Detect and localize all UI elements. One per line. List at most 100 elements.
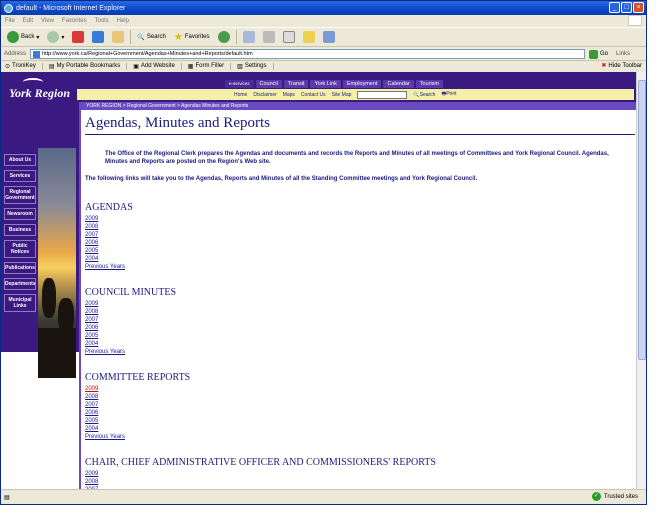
- year-link-2008[interactable]: 2008: [85, 478, 436, 486]
- year-link-2008[interactable]: 2008: [85, 308, 176, 316]
- year-link-2007[interactable]: 2007: [85, 401, 190, 409]
- vertical-scrollbar[interactable]: [636, 72, 646, 489]
- breadcrumb[interactable]: YORK REGION > Regional Government > Agen…: [81, 102, 636, 110]
- toolbar-divider: [235, 30, 237, 44]
- previous-years-link[interactable]: Previous Years: [85, 348, 176, 356]
- year-link-2009[interactable]: 2009: [85, 385, 190, 393]
- year-link-2004[interactable]: 2004: [85, 340, 176, 348]
- year-link-2006[interactable]: 2006: [85, 239, 133, 247]
- menu-tools[interactable]: Tools: [95, 18, 109, 24]
- sidemenu-municipal-links[interactable]: Municipal Links: [4, 294, 36, 312]
- site-header: York Region e-services Council Transit Y…: [1, 72, 636, 102]
- tree-silhouette: [42, 278, 56, 318]
- menu-favorites[interactable]: Favorites: [62, 18, 87, 24]
- link-form-filler[interactable]: ▦ Form Filler: [188, 62, 232, 70]
- go-arrow-icon: [589, 49, 599, 59]
- year-link-2009[interactable]: 2009: [85, 470, 436, 478]
- stop-button[interactable]: [70, 29, 86, 45]
- bookmark-icon: ▤: [48, 63, 55, 70]
- links-label[interactable]: Links: [616, 51, 630, 57]
- folder-button[interactable]: [301, 29, 317, 45]
- back-button[interactable]: Back ▾: [5, 29, 41, 45]
- side-menu: About Us Services Regional Government Ne…: [4, 154, 36, 312]
- year-link-2006[interactable]: 2006: [85, 324, 176, 332]
- section-council-minutes: COUNCIL MINUTES 2009 2008 2007 2006 2005…: [85, 287, 176, 356]
- subnav-maps[interactable]: Maps: [283, 92, 295, 98]
- minimize-button[interactable]: _: [609, 2, 620, 13]
- address-input[interactable]: http://www.york.ca/Regional+Government/A…: [30, 49, 586, 59]
- favorites-button[interactable]: ★ Favorites: [172, 29, 212, 45]
- tronikey-icon: ⊙: [5, 63, 11, 70]
- year-link-2005[interactable]: 2005: [85, 247, 133, 255]
- menu-edit[interactable]: Edit: [23, 18, 33, 24]
- subnav-home[interactable]: Home: [234, 92, 247, 98]
- topnav-eservices[interactable]: e-services: [225, 80, 254, 88]
- topnav-calendar[interactable]: Calendar: [383, 80, 414, 88]
- year-link-2005[interactable]: 2005: [85, 332, 176, 340]
- sidemenu-public-notices[interactable]: Public Notices: [4, 240, 36, 258]
- topnav-tourism[interactable]: Tourism: [415, 80, 444, 88]
- print-button[interactable]: [261, 29, 277, 45]
- logo-swoosh-icon: [23, 78, 43, 86]
- section-heading: COMMITTEE REPORTS: [85, 372, 191, 383]
- sidemenu-services[interactable]: Services: [4, 170, 36, 182]
- edit-button[interactable]: [281, 29, 297, 45]
- topnav-transit[interactable]: Transit: [283, 80, 309, 88]
- site-print-button[interactable]: 🖶Print: [441, 91, 456, 99]
- york-region-logo[interactable]: York Region: [5, 76, 75, 104]
- year-link-2007[interactable]: 2007: [85, 231, 133, 239]
- maximize-button[interactable]: □: [621, 2, 632, 13]
- sidemenu-publications[interactable]: Publications: [4, 262, 36, 274]
- search-button[interactable]: 🔍 Search: [135, 29, 168, 45]
- forward-arrow-icon: [47, 31, 60, 43]
- year-link-2004[interactable]: 2004: [85, 255, 133, 263]
- trusted-check-icon: ✓: [591, 492, 601, 501]
- year-link-2004[interactable]: 2004: [85, 425, 190, 433]
- refresh-button[interactable]: [90, 29, 106, 45]
- sidemenu-about-us[interactable]: About Us: [4, 154, 36, 166]
- site-search-input[interactable]: [357, 90, 408, 99]
- topnav-council[interactable]: Council: [255, 80, 282, 88]
- history-button[interactable]: [216, 29, 232, 45]
- year-link-2009[interactable]: 2009: [85, 215, 133, 223]
- year-link-2005[interactable]: 2005: [85, 417, 190, 425]
- topnav-york-link[interactable]: York Link: [310, 80, 341, 88]
- site-search-button[interactable]: 🔍Search: [413, 92, 435, 98]
- sidemenu-regional-government[interactable]: Regional Government: [4, 186, 36, 204]
- subnav-sitemap[interactable]: Site Map: [332, 92, 352, 98]
- intro-paragraph-2: The following links will take you to the…: [85, 176, 478, 182]
- subnav-disclaimer[interactable]: Disclaimer: [253, 92, 276, 98]
- home-button[interactable]: [110, 29, 126, 45]
- menu-help[interactable]: Help: [117, 18, 129, 24]
- year-link-2007[interactable]: 2007: [85, 316, 176, 324]
- sidemenu-newsroom[interactable]: Newsroom: [4, 208, 36, 220]
- year-link-2006[interactable]: 2006: [85, 409, 190, 417]
- intro-paragraph: The Office of the Regional Clerk prepare…: [105, 151, 609, 165]
- hide-toolbar-button[interactable]: ✖ Hide Toolbar: [601, 62, 642, 70]
- go-button[interactable]: Go: [589, 49, 608, 59]
- status-bar: ▤ ✓ Trusted sites: [1, 489, 646, 504]
- year-link-2009[interactable]: 2009: [85, 300, 176, 308]
- sunset-photo: [38, 148, 76, 378]
- menu-view[interactable]: View: [41, 18, 54, 24]
- security-zone: Trusted sites: [603, 493, 638, 500]
- sidemenu-departments[interactable]: Departments: [4, 278, 36, 290]
- link-settings[interactable]: ▧ Settings: [237, 62, 274, 70]
- year-link-2008[interactable]: 2008: [85, 223, 133, 231]
- edit-icon: [282, 31, 295, 43]
- menu-file[interactable]: File: [5, 18, 15, 24]
- topnav-employment[interactable]: Employment: [342, 80, 382, 88]
- scrollbar-thumb[interactable]: [638, 80, 646, 360]
- link-tronikey[interactable]: ⊙ TroniKey: [5, 62, 43, 70]
- previous-years-link[interactable]: Previous Years: [85, 263, 133, 271]
- subnav-contact[interactable]: Contact Us: [301, 92, 326, 98]
- close-button[interactable]: ×: [633, 2, 644, 13]
- link-portable-bookmarks[interactable]: ▤ My Portable Bookmarks: [48, 62, 128, 70]
- link-add-website[interactable]: ▣ Add Website: [133, 62, 182, 70]
- mail-button[interactable]: [241, 29, 257, 45]
- forward-button[interactable]: ▾: [45, 29, 66, 45]
- sidemenu-business[interactable]: Business: [4, 224, 36, 236]
- year-link-2008[interactable]: 2008: [85, 393, 190, 401]
- messenger-button[interactable]: [321, 29, 337, 45]
- previous-years-link[interactable]: Previous Years: [85, 433, 190, 441]
